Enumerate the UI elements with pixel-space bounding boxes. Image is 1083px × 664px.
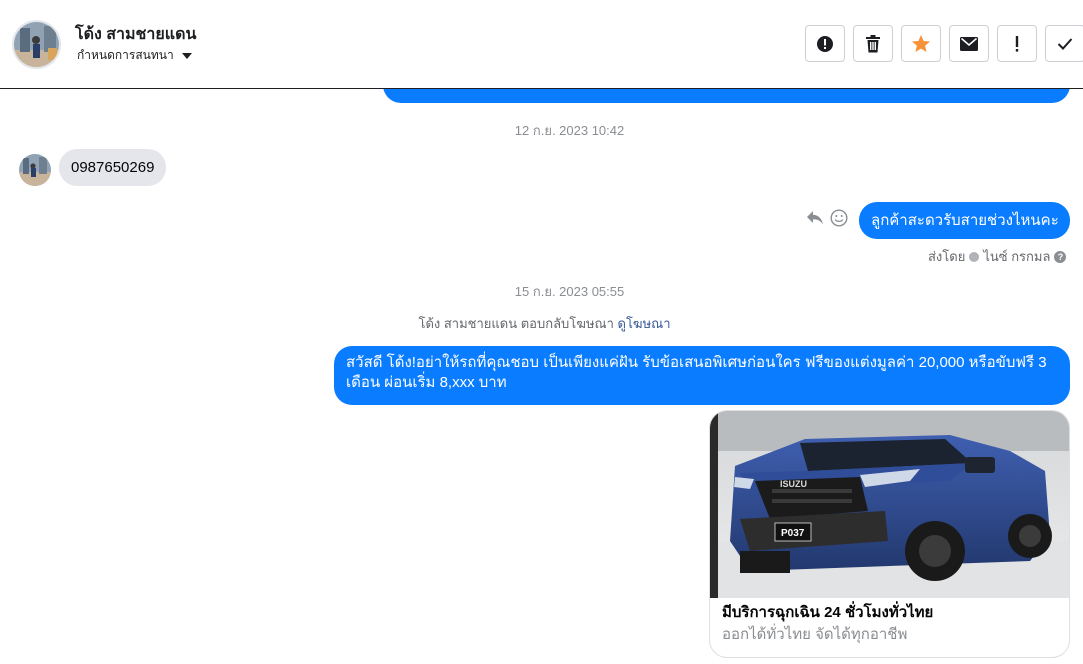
outgoing-message[interactable]: ลูกค้าสะดวรับสายช่วงไหนคะ — [859, 202, 1070, 239]
timestamp-text: 12 ก.ย. 2023 10:42 — [514, 123, 625, 138]
ad-reply-notice: โด้ง สามชายแดน ตอบกลับโฆษณา ดูโฆษณา — [0, 313, 1083, 334]
timestamp: 15 ก.ย. 2023 05:55 — [28, 281, 1083, 302]
outgoing-ad-message[interactable]: สวัสดี โด้ง!อย่าให้รถที่คุณชอบ เป็นเพียง… — [334, 346, 1070, 405]
outgoing-message-text: ลูกค้าสะดวรับสายช่วงไหนคะ — [871, 212, 1059, 229]
conversation-toolbar — [805, 25, 1083, 62]
trash-icon — [866, 34, 880, 52]
previous-outgoing-message[interactable] — [383, 89, 1070, 103]
exclamation-circle-icon — [817, 35, 833, 52]
timestamp-text: 15 ก.ย. 2023 05:55 — [514, 284, 625, 299]
exclamation-icon — [1015, 35, 1019, 52]
conversation-schedule-dropdown[interactable]: กำหนดการสนทนา — [77, 46, 192, 65]
ad-card[interactable]: ISUZU P037 มีบริการฉุกเฉิน 24 ชั่วโมงทั่… — [709, 410, 1070, 658]
contact-avatar-small[interactable] — [19, 154, 51, 186]
message-actions — [806, 209, 848, 227]
view-ad-link[interactable]: ดูโฆษณา — [618, 316, 671, 331]
brand-badge: ISUZU — [780, 479, 807, 489]
ad-reply-text: โด้ง สามชายแดน ตอบกลับโฆษณา — [418, 316, 614, 331]
contact-name: โด้ง สามชายแดน — [75, 26, 197, 43]
ad-card-title: มีบริการฉุกเฉิน 24 ชั่วโมงทั่วไทย — [722, 604, 934, 621]
ad-message-line-2: เดือน ผ่อนเริ่ม 8,xxx บาท — [346, 374, 507, 391]
envelope-icon — [960, 36, 978, 51]
incoming-message[interactable]: 0987650269 — [59, 149, 167, 186]
conversation-header: โด้ง สามชายแดน กำหนดการสนทนา — [0, 0, 1083, 89]
agent-status-icon — [969, 251, 980, 262]
star-icon — [912, 34, 930, 52]
ad-card-image[interactable]: ISUZU P037 — [710, 411, 1069, 598]
ad-message-line-1: สวัสดี โด้ง!อย่าให้รถที่คุณชอบ เป็นเพียง… — [346, 354, 1047, 371]
conversation-schedule-label: กำหนดการสนทนา — [77, 48, 174, 62]
timestamp: 12 ก.ย. 2023 10:42 — [28, 120, 1083, 141]
star-button[interactable] — [901, 25, 941, 62]
contact-avatar[interactable] — [12, 20, 61, 69]
plate-text: P037 — [781, 528, 805, 539]
sent-by-info: ส่งโดย ไนซ์ กรกมล ? — [928, 246, 1067, 267]
ad-card-subtitle: ออกได้ทั่วไทย จัดได้ทุกอาชีพ — [722, 626, 908, 643]
reply-icon[interactable] — [806, 210, 824, 226]
help-icon[interactable]: ? — [1054, 250, 1067, 263]
important-button[interactable] — [997, 25, 1037, 62]
done-button[interactable] — [1045, 25, 1083, 62]
caret-down-icon — [181, 52, 192, 59]
sent-by-label: ส่งโดย — [928, 249, 966, 264]
check-icon — [1057, 37, 1073, 50]
sent-by-name[interactable]: ไนซ์ กรกมล — [983, 246, 1050, 267]
message-thread[interactable]: 12 ก.ย. 2023 10:42 0987650269 ลูกค้าสะดว… — [0, 89, 1083, 664]
mark-unread-button[interactable] — [949, 25, 989, 62]
spam-alert-button[interactable] — [805, 25, 845, 62]
delete-button[interactable] — [853, 25, 893, 62]
emoji-reaction-icon[interactable] — [830, 209, 848, 227]
